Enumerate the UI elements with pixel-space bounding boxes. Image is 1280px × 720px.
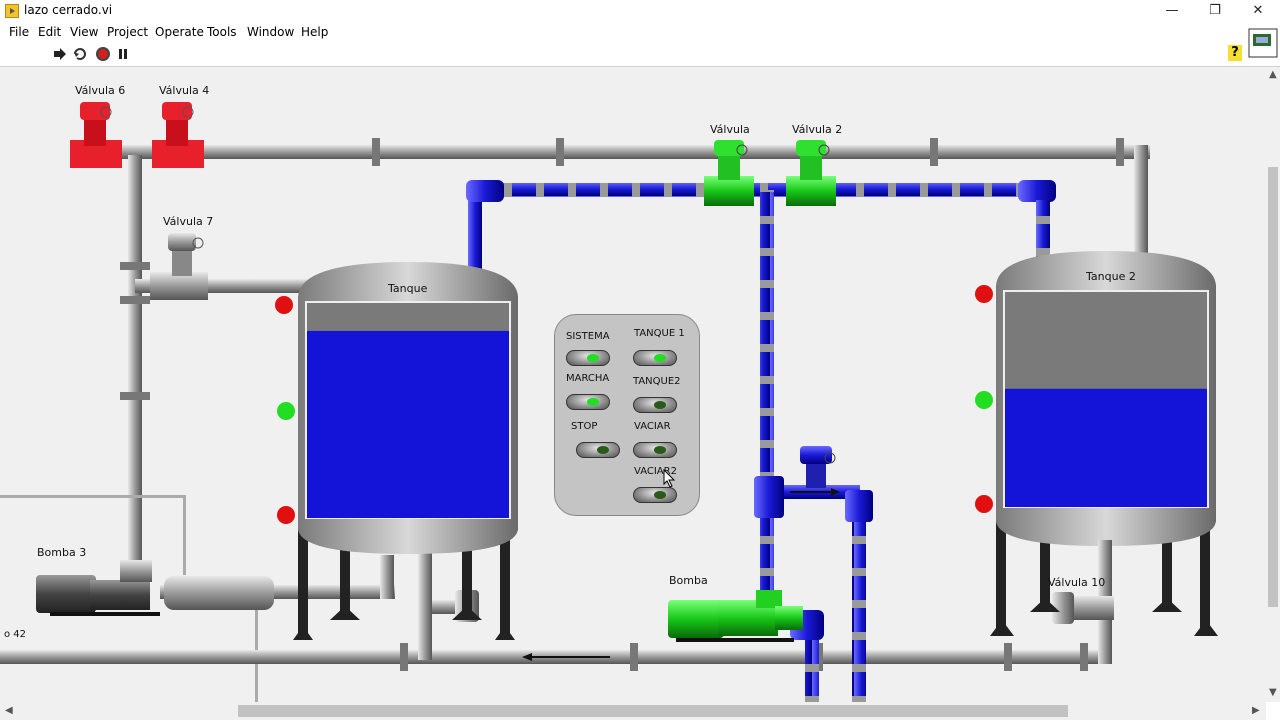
scroll-down-icon[interactable]: ▼ xyxy=(1269,687,1277,698)
menu-tools[interactable]: Tools xyxy=(207,25,237,39)
vaciar2-button[interactable] xyxy=(633,487,677,503)
marcha-button[interactable] xyxy=(566,394,610,410)
scroll-right-icon[interactable]: ▶ xyxy=(1252,705,1260,716)
front-panel: Válvula 6 Válvula 4 Válvula 7 Válvula Vá… xyxy=(0,67,1266,702)
tank-1-low-led xyxy=(277,506,295,524)
label-partial-edge: o 42 xyxy=(4,629,27,640)
stop-button[interactable] xyxy=(576,442,620,458)
pipe-to-tank2-gray xyxy=(1134,145,1148,255)
label-valve-7: Válvula 7 xyxy=(163,215,214,228)
pipe-blue-to-tank2 xyxy=(1036,200,1050,258)
minimize-button[interactable]: — xyxy=(1150,0,1194,22)
label-marcha: MARCHA xyxy=(566,373,610,384)
tank-2-high-led xyxy=(975,285,993,303)
pipe-top-gray xyxy=(70,145,1150,159)
pump-1[interactable] xyxy=(668,590,803,642)
run-arrow-icon[interactable] xyxy=(52,46,68,62)
label-valve-1: Válvula xyxy=(710,123,750,136)
vaciar-button[interactable] xyxy=(633,442,677,458)
pipe-left-vertical xyxy=(128,155,142,575)
menu-bar: File Edit View Project Operate Tools Win… xyxy=(0,22,1280,42)
menu-file[interactable]: File xyxy=(9,25,29,39)
menu-operate[interactable]: Operate xyxy=(155,25,204,39)
abort-icon[interactable] xyxy=(95,46,111,62)
close-button[interactable]: ✕ xyxy=(1236,0,1280,22)
label-tanque2: TANQUE2 xyxy=(633,376,681,387)
label-valve-2: Válvula 2 xyxy=(792,123,843,136)
label-valve-10: Válvula 10 xyxy=(1048,576,1106,589)
valve-10[interactable] xyxy=(1052,592,1114,624)
window-title: lazo cerrado.vi xyxy=(24,3,113,17)
scroll-up-icon[interactable]: ▲ xyxy=(1269,69,1277,80)
tank-1-water-level xyxy=(307,330,509,518)
pipe-blue-vertical-center xyxy=(760,190,774,510)
toolbar: ? xyxy=(0,28,1280,67)
label-tank-2: Tanque 2 xyxy=(1086,270,1136,283)
menu-window[interactable]: Window xyxy=(247,25,294,39)
labview-vi-icon xyxy=(5,4,19,18)
control-panel: SISTEMA MARCHA STOP TANQUE 1 TANQUE2 VAC… xyxy=(554,314,700,516)
menu-view[interactable]: View xyxy=(70,25,98,39)
label-tank-1: Tanque xyxy=(388,282,428,295)
pump-3[interactable] xyxy=(36,560,274,616)
run-continuously-icon[interactable] xyxy=(72,46,88,62)
valve-7[interactable] xyxy=(150,233,208,300)
tank-2-low-led xyxy=(975,495,993,513)
pipe-tank1-outlet xyxy=(418,550,432,660)
label-tanque1: TANQUE 1 xyxy=(634,328,685,339)
valve-6[interactable] xyxy=(70,102,122,168)
label-pump-3: Bomba 3 xyxy=(37,546,87,559)
vertical-scroll-thumb[interactable] xyxy=(1268,167,1278,607)
vi-connector-icon xyxy=(1248,28,1278,58)
title-bar: lazo cerrado.vi — ❐ ✕ xyxy=(0,0,1280,22)
label-pump-1: Bomba xyxy=(669,574,708,587)
label-valve-6: Válvula 6 xyxy=(75,84,126,97)
menu-help[interactable]: Help xyxy=(301,25,328,39)
maximize-button[interactable]: ❐ xyxy=(1193,0,1237,22)
scroll-left-icon[interactable]: ◀ xyxy=(5,705,13,716)
horizontal-scrollbar[interactable]: ◀ ▶ xyxy=(0,702,1266,720)
sistema-led xyxy=(566,350,610,366)
tank-2-mid-led xyxy=(975,391,993,409)
valve-4[interactable] xyxy=(152,102,204,168)
menu-project[interactable]: Project xyxy=(107,25,148,39)
mouse-cursor-icon xyxy=(663,469,676,488)
label-valve-4: Válvula 4 xyxy=(159,84,210,97)
tank-1-mid-led xyxy=(277,402,295,420)
help-icon[interactable]: ? xyxy=(1228,45,1242,61)
horizontal-scroll-thumb[interactable] xyxy=(238,705,1068,717)
tanque2-led xyxy=(633,397,677,413)
vertical-scrollbar[interactable]: ▲ ▼ xyxy=(1266,67,1280,702)
label-stop: STOP xyxy=(571,421,598,432)
tank-1 xyxy=(293,262,518,640)
menu-edit[interactable]: Edit xyxy=(38,25,61,39)
label-sistema: SISTEMA xyxy=(566,331,610,342)
tank-2-water-level xyxy=(1005,388,1207,507)
pause-icon[interactable] xyxy=(115,46,131,62)
label-vaciar: VACIAR xyxy=(634,421,671,432)
tank-1-high-led xyxy=(275,296,293,314)
tanque1-led xyxy=(633,350,677,366)
